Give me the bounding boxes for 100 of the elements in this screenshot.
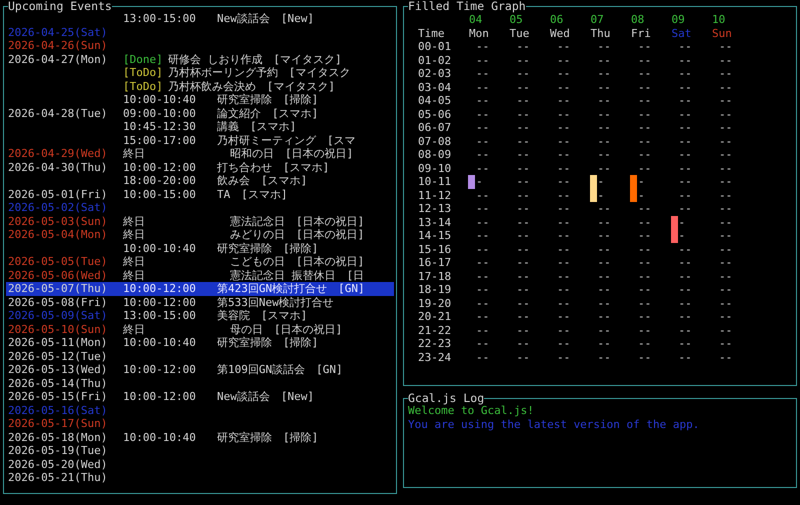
time-slot-label: 04-05 — [418, 94, 452, 108]
empty-slot-mark: -- — [719, 67, 732, 80]
log-message: Welcome to Gcal.js! — [408, 404, 535, 418]
event-date: 2026-05-02(Sat) — [8, 201, 108, 214]
empty-slot-mark: -- — [476, 202, 490, 216]
empty-slot-mark: -- — [598, 256, 611, 270]
empty-slot-mark: -- — [476, 148, 490, 162]
empty-slot-mark: -- — [476, 108, 490, 121]
empty-slot-mark: -- — [678, 270, 692, 283]
empty-slot-mark: -- — [678, 337, 692, 350]
time-slot-label: 08-09 — [418, 148, 452, 162]
empty-slot-mark: -- — [557, 134, 570, 148]
time-slot-label: 11-12 — [418, 188, 452, 202]
empty-slot-mark: -- — [638, 40, 652, 54]
weekday-label: Thu — [590, 26, 612, 40]
event-date: 2026-05-04(Mon) — [8, 228, 108, 241]
empty-slot-mark: -- — [557, 202, 570, 216]
empty-slot-mark: -- — [598, 134, 611, 148]
event-time: 10:00-12:00 — [123, 282, 197, 296]
empty-slot-mark: -- — [719, 350, 732, 364]
event-title: 乃村研ミーティング [スマ — [217, 134, 356, 147]
empty-slot-mark: -- — [678, 202, 692, 216]
empty-slot-mark: -- — [557, 256, 570, 270]
empty-slot-mark: -- — [678, 121, 692, 134]
empty-slot-mark: -- — [557, 94, 570, 108]
empty-slot-mark: -- — [516, 188, 530, 202]
event-title: こどもの日 [日本の祝日] — [229, 255, 364, 268]
event-title: New談話会 [New] — [217, 12, 314, 26]
event-title: 第423回GN検討打合せ [GN] — [217, 282, 365, 296]
event-title: 第109回GN談話会 [GN] — [217, 363, 343, 376]
event-date: 2026-05-12(Tue) — [8, 350, 108, 362]
empty-slot-mark: -- — [516, 162, 530, 175]
event-date: 2026-04-30(Thu) — [8, 160, 108, 174]
event-time: 10:00-10:40 — [123, 336, 197, 350]
time-slot-label: 19-20 — [418, 296, 452, 310]
empty-slot-mark: -- — [598, 337, 611, 350]
weekday-label: Tue — [508, 26, 530, 40]
empty-slot-mark: - — [638, 188, 645, 202]
empty-slot-mark: -- — [598, 296, 611, 310]
time-slot-label: 13-14 — [418, 216, 452, 229]
time-slot-label: 07-08 — [418, 134, 452, 148]
weekday-label: Wed — [549, 26, 571, 40]
empty-slot-mark: -- — [598, 229, 611, 242]
empty-slot-mark: -- — [678, 148, 692, 162]
event-time: 10:00-10:40 — [123, 242, 197, 255]
empty-slot-mark: -- — [476, 121, 490, 134]
event-title: 昭和の日 [日本の祝日] — [229, 147, 354, 160]
empty-slot-mark: -- — [476, 270, 490, 283]
time-slot-label: 03-04 — [418, 80, 452, 94]
empty-slot-mark: -- — [719, 162, 732, 175]
empty-slot-mark: -- — [719, 216, 732, 229]
panel-title: Filled Time Graph — [408, 0, 526, 12]
empty-slot-mark: -- — [678, 324, 692, 337]
weekday-label: Fri — [630, 26, 652, 40]
empty-slot-mark: -- — [557, 121, 570, 134]
event-date: 2026-05-19(Tue) — [8, 444, 108, 457]
empty-slot-mark: -- — [598, 324, 611, 337]
empty-slot-mark: -- — [638, 134, 652, 148]
empty-slot-mark: -- — [638, 67, 652, 80]
event-time: 10:00-12:00 — [123, 160, 197, 174]
empty-slot-mark: -- — [719, 283, 732, 296]
empty-slot-mark: -- — [719, 256, 732, 270]
empty-slot-mark: -- — [476, 350, 490, 364]
event-time: 終日 — [123, 147, 146, 160]
task-status: [ToDo] — [123, 66, 163, 80]
time-slot-label: 21-22 — [418, 324, 452, 337]
event-time: 10:00-12:00 — [123, 390, 197, 404]
empty-slot-mark: -- — [678, 134, 692, 148]
empty-slot-mark: -- — [598, 270, 611, 283]
event-date: 2026-05-13(Wed) — [8, 363, 108, 376]
empty-slot-mark: -- — [557, 108, 570, 121]
day-number: 10 — [711, 13, 726, 26]
empty-slot-mark: -- — [557, 324, 570, 337]
empty-slot-mark: -- — [476, 134, 490, 148]
empty-slot-mark: -- — [678, 283, 692, 296]
empty-slot-mark: -- — [557, 229, 570, 242]
empty-slot-mark: -- — [719, 188, 732, 202]
empty-slot-mark: -- — [598, 40, 611, 54]
event-time: 10:00-15:00 — [123, 188, 197, 201]
empty-slot-mark: -- — [678, 350, 692, 364]
empty-slot-mark: -- — [557, 175, 570, 188]
time-slot-label: 18-19 — [418, 283, 452, 296]
empty-slot-mark: -- — [598, 94, 611, 108]
empty-slot-mark: -- — [476, 162, 490, 175]
empty-slot-mark: -- — [476, 67, 490, 80]
empty-slot-mark: -- — [557, 310, 570, 324]
empty-slot-mark: -- — [557, 283, 570, 296]
event-date: 2026-05-20(Wed) — [8, 458, 108, 470]
empty-slot-mark: -- — [678, 162, 692, 175]
empty-slot-mark: -- — [476, 94, 490, 108]
empty-slot-mark: -- — [678, 175, 692, 188]
empty-slot-mark: -- — [557, 40, 570, 54]
event-title: 研究室掃除 [掃除] — [217, 242, 318, 255]
time-slot-label: 06-07 — [418, 121, 452, 134]
empty-slot-mark: -- — [678, 310, 692, 324]
weekday-label: Mon — [468, 26, 490, 40]
event-title: 飲み会 [スマホ] — [217, 174, 308, 188]
empty-slot-mark: -- — [638, 94, 652, 108]
selected-event-row[interactable]: 2026-05-07(Thu) 10:00-12:00 第423回GN検討打合せ [GN] — [6, 282, 394, 296]
event-date: 2026-04-27(Mon) — [8, 52, 108, 66]
